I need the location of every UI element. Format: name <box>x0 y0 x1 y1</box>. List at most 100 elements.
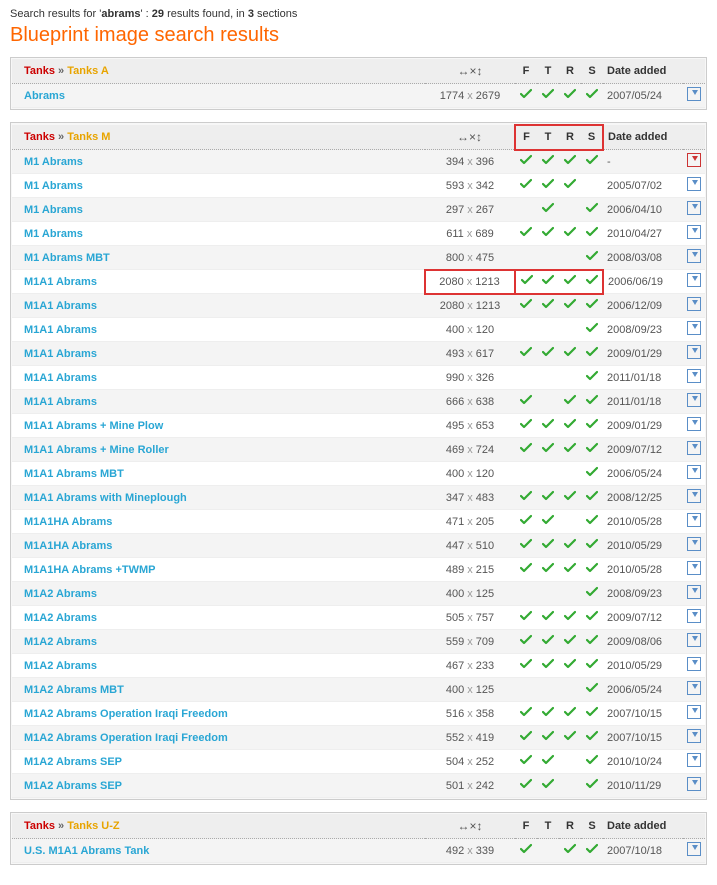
breadcrumb[interactable]: Tanks » Tanks M <box>12 125 425 150</box>
check-icon <box>586 658 598 670</box>
result-date: - <box>603 150 683 174</box>
result-link[interactable]: M1A1 Abrams + Mine Roller <box>24 444 169 456</box>
result-link[interactable]: M1A1 Abrams <box>24 348 97 360</box>
result-section: Tanks » Tanks M↔×↕FTRSDate addedM1 Abram… <box>10 122 707 800</box>
result-link[interactable]: M1A1 Abrams <box>24 300 97 312</box>
download-button[interactable] <box>687 566 701 578</box>
download-button[interactable] <box>687 710 701 722</box>
result-link[interactable]: M1A1 Abrams MBT <box>24 468 124 480</box>
check-icon <box>520 843 532 855</box>
result-link[interactable]: M1A1HA Abrams +TWMP <box>24 564 156 576</box>
table-row: M1 Abrams593 x 3422005/07/02 <box>12 174 705 198</box>
download-button[interactable] <box>687 847 701 859</box>
download-button[interactable] <box>687 278 701 290</box>
check-icon <box>564 658 576 670</box>
download-button[interactable] <box>687 302 701 314</box>
result-dimensions: 469 x 724 <box>425 438 515 462</box>
download-button[interactable] <box>687 542 701 554</box>
result-link[interactable]: Abrams <box>24 90 65 102</box>
flag-r <box>559 438 581 462</box>
check-icon <box>586 778 598 790</box>
download-cell <box>683 414 705 438</box>
table-row: M1A2 Abrams SEP501 x 2422010/11/29 <box>12 774 705 798</box>
download-button[interactable] <box>687 638 701 650</box>
result-link[interactable]: M1A2 Abrams MBT <box>24 684 124 696</box>
download-button[interactable] <box>687 230 701 242</box>
table-row: M1A2 Abrams559 x 7092009/08/06 <box>12 630 705 654</box>
result-link[interactable]: M1 Abrams <box>24 204 83 216</box>
flag-s <box>581 606 603 630</box>
result-link[interactable]: M1A1HA Abrams <box>24 516 112 528</box>
breadcrumb-root[interactable]: Tanks <box>24 65 55 77</box>
breadcrumb-leaf[interactable]: Tanks A <box>67 65 109 77</box>
result-link[interactable]: M1A2 Abrams <box>24 660 97 672</box>
download-icon <box>687 177 701 191</box>
section-header-row: Tanks » Tanks A↔×↕FTRSDate added <box>12 59 705 84</box>
result-link[interactable]: M1A1 Abrams <box>24 396 97 408</box>
result-date: 2008/03/08 <box>603 246 683 270</box>
download-button[interactable] <box>687 734 701 746</box>
download-button[interactable] <box>687 422 701 434</box>
result-name-cell: M1A1 Abrams + Mine Roller <box>12 438 425 462</box>
download-cell <box>683 702 705 726</box>
result-name-cell: U.S. M1A1 Abrams Tank <box>12 839 425 863</box>
flag-t <box>537 84 559 108</box>
download-button[interactable] <box>687 782 701 794</box>
flag-r <box>559 414 581 438</box>
result-name-cell: M1A1 Abrams <box>12 294 425 318</box>
download-button[interactable] <box>687 374 701 386</box>
download-button[interactable] <box>687 686 701 698</box>
result-link[interactable]: M1A1 Abrams with Mineplough <box>24 492 187 504</box>
download-button[interactable] <box>687 662 701 674</box>
result-link[interactable]: M1 Abrams <box>24 180 83 192</box>
download-button[interactable] <box>687 326 701 338</box>
result-link[interactable]: M1A2 Abrams Operation Iraqi Freedom <box>24 708 228 720</box>
flag-f <box>515 510 537 534</box>
download-button[interactable] <box>687 470 701 482</box>
check-icon <box>520 658 532 670</box>
result-link[interactable]: M1 Abrams MBT <box>24 252 110 264</box>
result-link[interactable]: M1A1 Abrams + Mine Plow <box>24 420 163 432</box>
download-button[interactable] <box>687 494 701 506</box>
download-button[interactable] <box>687 590 701 602</box>
result-link[interactable]: M1A2 Abrams <box>24 636 97 648</box>
download-button[interactable] <box>687 398 701 410</box>
download-button[interactable] <box>687 758 701 770</box>
download-button[interactable] <box>687 92 701 104</box>
result-link[interactable]: U.S. M1A1 Abrams Tank <box>24 845 149 857</box>
breadcrumb-root[interactable]: Tanks <box>24 131 55 143</box>
download-button[interactable] <box>687 182 701 194</box>
breadcrumb[interactable]: Tanks » Tanks U-Z <box>12 814 425 839</box>
download-button[interactable] <box>687 158 701 170</box>
table-row: U.S. M1A1 Abrams Tank492 x 3392007/10/18 <box>12 839 705 863</box>
check-icon <box>586 730 598 742</box>
result-link[interactable]: M1A1 Abrams <box>24 372 97 384</box>
result-link[interactable]: M1 Abrams <box>24 228 83 240</box>
download-button[interactable] <box>687 206 701 218</box>
download-button[interactable] <box>687 614 701 626</box>
check-icon <box>586 634 598 646</box>
result-link[interactable]: M1A1HA Abrams <box>24 540 112 552</box>
breadcrumb[interactable]: Tanks » Tanks A <box>12 59 425 84</box>
breadcrumb-leaf[interactable]: Tanks M <box>67 131 110 143</box>
result-dimensions: 559 x 709 <box>425 630 515 654</box>
download-button[interactable] <box>687 518 701 530</box>
download-button[interactable] <box>687 254 701 266</box>
result-link[interactable]: M1A1 Abrams <box>24 276 97 288</box>
download-icon <box>687 561 701 575</box>
download-cell <box>683 839 705 863</box>
result-link[interactable]: M1 Abrams <box>24 156 83 168</box>
result-link[interactable]: M1A2 Abrams <box>24 612 97 624</box>
download-button[interactable] <box>687 446 701 458</box>
flag-s <box>581 462 603 486</box>
breadcrumb-leaf[interactable]: Tanks U-Z <box>67 820 119 832</box>
breadcrumb-root[interactable]: Tanks <box>24 820 55 832</box>
flag-r <box>559 318 581 342</box>
result-link[interactable]: M1A2 Abrams <box>24 588 97 600</box>
result-link[interactable]: M1A1 Abrams <box>24 324 97 336</box>
flag-s <box>581 726 603 750</box>
result-link[interactable]: M1A2 Abrams Operation Iraqi Freedom <box>24 732 228 744</box>
download-button[interactable] <box>687 350 701 362</box>
result-link[interactable]: M1A2 Abrams SEP <box>24 780 122 792</box>
download-icon <box>687 441 701 455</box>
